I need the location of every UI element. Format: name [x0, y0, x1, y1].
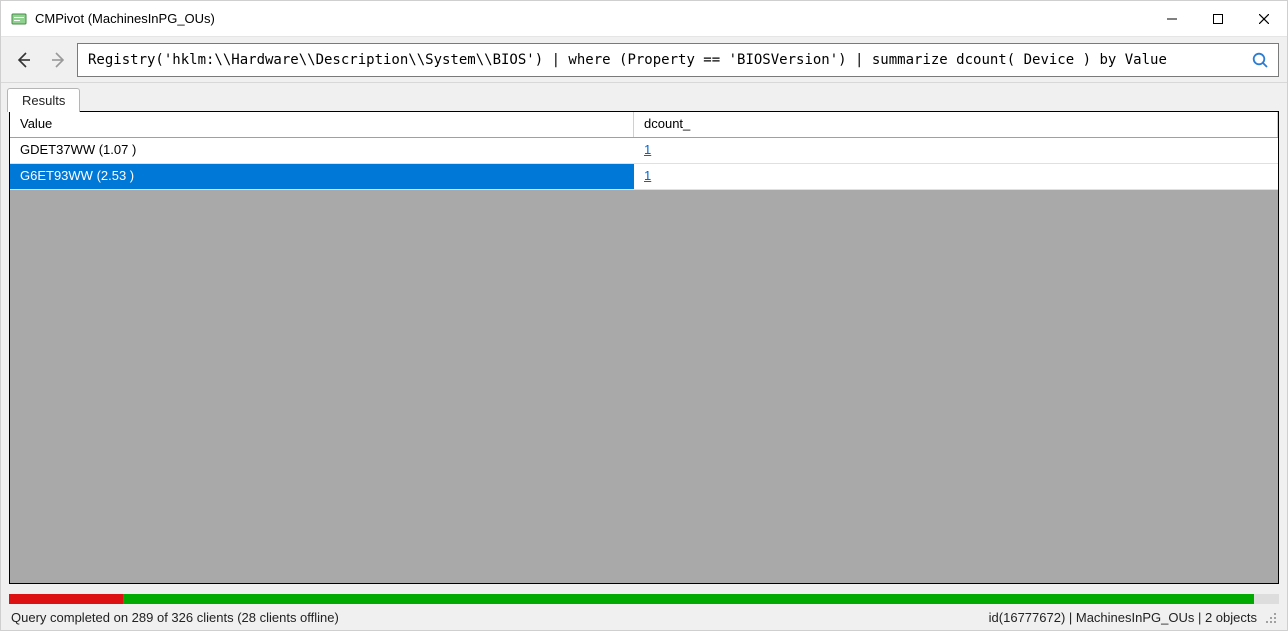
grid-body: GDET37WW (1.07 ) 1 G6ET93WW (2.53 ) 1 — [10, 138, 1278, 583]
arrow-left-icon — [14, 50, 34, 70]
table-row[interactable]: G6ET93WW (2.53 ) 1 — [10, 164, 1278, 190]
query-box[interactable]: Registry('hklm:\\Hardware\\Description\\… — [77, 43, 1279, 77]
search-icon — [1251, 51, 1269, 69]
titlebar: CMPivot (MachinesInPG_OUs) — [1, 1, 1287, 37]
window-title: CMPivot (MachinesInPG_OUs) — [35, 11, 1149, 26]
cell-value: G6ET93WW (2.53 ) — [10, 164, 634, 189]
minimize-button[interactable] — [1149, 1, 1195, 36]
app-icon — [11, 11, 27, 27]
maximize-icon — [1213, 14, 1223, 24]
maximize-button[interactable] — [1195, 1, 1241, 36]
run-query-button[interactable] — [1246, 46, 1274, 74]
close-icon — [1259, 14, 1269, 24]
status-context: id(16777672) | MachinesInPG_OUs | 2 obje… — [989, 610, 1257, 625]
progress-completed — [123, 594, 1253, 604]
dcount-link[interactable]: 1 — [644, 142, 651, 157]
toolbar: Registry('hklm:\\Hardware\\Description\\… — [1, 37, 1287, 83]
grid-header: Value dcount_ — [10, 112, 1278, 138]
status-bar: Query completed on 289 of 326 clients (2… — [1, 604, 1287, 630]
column-header-dcount[interactable]: dcount_ — [634, 112, 1278, 137]
tabs-strip: Results — [1, 83, 1287, 111]
table-row[interactable]: GDET37WW (1.07 ) 1 — [10, 138, 1278, 164]
minimize-icon — [1167, 14, 1177, 24]
resize-grip-icon[interactable] — [1263, 610, 1277, 624]
content-area: Value dcount_ GDET37WW (1.07 ) 1 G6ET93W… — [1, 111, 1287, 592]
dcount-link[interactable]: 1 — [644, 168, 651, 183]
window-controls — [1149, 1, 1287, 36]
back-button[interactable] — [9, 45, 39, 75]
arrow-right-icon — [48, 50, 68, 70]
forward-button[interactable] — [43, 45, 73, 75]
progress-remaining — [1254, 594, 1279, 604]
column-header-value[interactable]: Value — [10, 112, 634, 137]
progress-bar — [9, 594, 1279, 604]
results-grid: Value dcount_ GDET37WW (1.07 ) 1 G6ET93W… — [9, 111, 1279, 584]
close-button[interactable] — [1241, 1, 1287, 36]
status-message: Query completed on 289 of 326 clients (2… — [11, 610, 989, 625]
cell-dcount: 1 — [634, 138, 1278, 163]
tab-results[interactable]: Results — [7, 88, 80, 112]
progress-offline — [9, 594, 123, 604]
cell-value: GDET37WW (1.07 ) — [10, 138, 634, 163]
cell-dcount: 1 — [634, 164, 1278, 189]
query-text: Registry('hklm:\\Hardware\\Description\\… — [88, 52, 1246, 68]
